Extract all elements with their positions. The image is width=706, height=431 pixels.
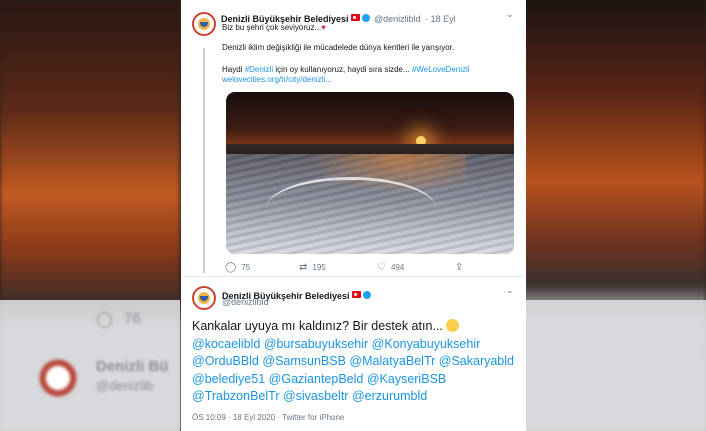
hashtag-welovedenizli[interactable]: #WeLoveDenizli xyxy=(412,65,470,74)
mention[interactable]: @GaziantepBeld xyxy=(269,372,364,386)
tweet1-line1: Biz bu şehri çok seviyoruz...♥ xyxy=(222,23,326,32)
avatar[interactable] xyxy=(192,286,216,310)
tweet1-photo[interactable] xyxy=(226,92,514,254)
verified-icon xyxy=(361,13,370,22)
mention[interactable]: @KayseriBSB xyxy=(367,372,446,386)
ghost-count: 76 xyxy=(124,310,141,327)
mention[interactable]: @SamsunBSB xyxy=(262,354,346,368)
retweet-button[interactable]: ⇄ 195 xyxy=(299,262,326,273)
tweet2-handle[interactable]: @denizlibld xyxy=(222,297,269,307)
heart-emoji: ♥ xyxy=(321,23,326,32)
chevron-down-icon[interactable]: ⌄ xyxy=(506,9,514,20)
separator xyxy=(181,276,526,277)
tweet2-text: Kankalar uyuya mı kaldınız? Bir destek a… xyxy=(192,318,522,336)
background-fade-right xyxy=(521,300,706,431)
retweet-icon: ⇄ xyxy=(299,262,308,273)
tweet1-date[interactable]: 18 Eyl xyxy=(431,14,456,24)
ghost-reply-icon: ◯ xyxy=(96,311,113,328)
mention[interactable]: @sivasbeltr xyxy=(283,389,349,403)
smile-emoji xyxy=(445,319,459,332)
mention[interactable]: @kocaelibld xyxy=(192,337,260,351)
tweet-card: Denizli Büyükşehir Belediyesi @denizlibl… xyxy=(181,0,526,431)
mention[interactable]: @OrduBBld xyxy=(192,354,259,368)
avatar[interactable] xyxy=(192,12,216,36)
chevron-down-icon[interactable]: ⌄ xyxy=(506,285,514,296)
mention[interactable]: @belediye51 xyxy=(192,372,265,386)
mention[interactable]: @Konyabuyuksehir xyxy=(372,337,481,351)
ghost-avatar xyxy=(36,356,80,400)
mention[interactable]: @Sakaryabld xyxy=(439,354,514,368)
mention[interactable]: @bursabuyuksehir xyxy=(264,337,368,351)
turkish-flag-icon xyxy=(350,14,360,22)
ghost-handle: @denizlib xyxy=(96,378,154,393)
tweet2-timestamp[interactable]: ÖS 10:09 · 18 Eyl 2020 · Twitter for iPh… xyxy=(192,413,344,422)
thread-line xyxy=(203,48,205,273)
reply-button[interactable]: ◯ 75 xyxy=(225,262,250,273)
mention[interactable]: @TrabzonBelTr xyxy=(192,389,279,403)
mention[interactable]: @MalatyaBelTr xyxy=(349,354,435,368)
tweet1-url[interactable]: welovecities.org/tr/city/denizli... xyxy=(222,74,332,85)
turkish-flag-icon xyxy=(351,291,361,299)
tweet2-body: Kankalar uyuya mı kaldınız? Bir destek a… xyxy=(192,318,522,406)
tweet1-handle[interactable]: @denizlibld xyxy=(374,14,421,24)
like-button[interactable]: ♡ 494 xyxy=(377,262,404,273)
hashtag-denizli[interactable]: #Denizli xyxy=(245,65,273,74)
reply-icon: ◯ xyxy=(225,262,237,273)
mention[interactable]: @erzurumbld xyxy=(352,389,427,403)
share-button[interactable]: ⇪ xyxy=(455,262,468,273)
verified-icon xyxy=(362,290,371,299)
like-icon: ♡ xyxy=(377,262,386,273)
ghost-name: Denizli Bü xyxy=(96,358,169,375)
share-icon: ⇪ xyxy=(455,262,464,273)
tweet1-line2: Denizli iklim değişikliği ile mücadelede… xyxy=(222,43,455,52)
